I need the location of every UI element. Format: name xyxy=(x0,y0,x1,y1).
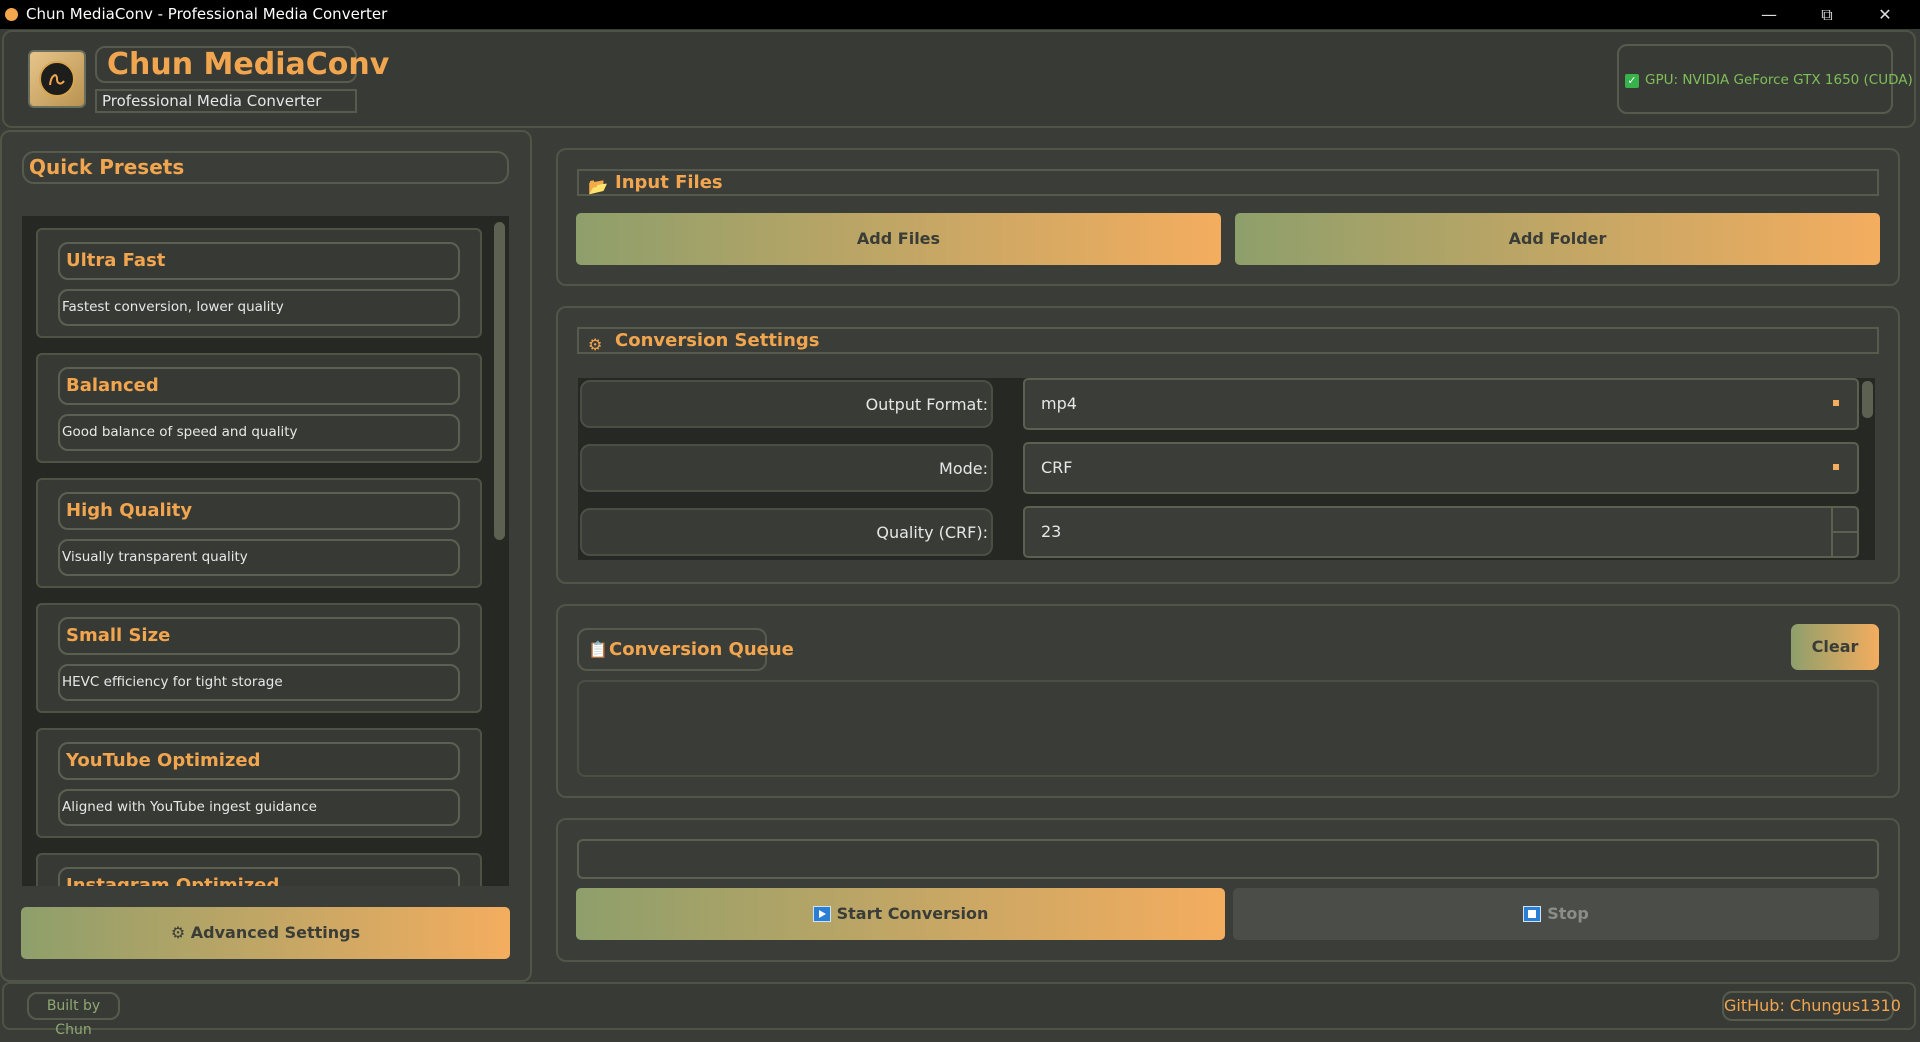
close-icon[interactable]: ✕ xyxy=(1856,0,1914,29)
output-format-value: mp4 xyxy=(1041,394,1077,413)
quality-crf-spinbox[interactable]: 23 xyxy=(1023,506,1859,558)
clipboard-icon: 📋 xyxy=(588,640,608,659)
preset-card-balanced[interactable]: Balanced Good balance of speed and quali… xyxy=(36,353,482,463)
preset-name: Small Size xyxy=(58,617,460,655)
window-title: Chun MediaConv - Professional Media Conv… xyxy=(26,5,388,23)
folder-icon: 📂 xyxy=(588,177,608,196)
restore-icon[interactable]: ⧉ xyxy=(1798,0,1856,29)
window-titlebar: Chun MediaConv - Professional Media Conv… xyxy=(0,0,1920,29)
output-format-label: Output Format: xyxy=(580,380,993,428)
spin-buttons[interactable] xyxy=(1831,508,1857,556)
settings-scrollbar[interactable] xyxy=(1862,381,1873,418)
presets-scrollbar[interactable] xyxy=(494,222,505,540)
quality-crf-label: Quality (CRF): xyxy=(580,508,993,556)
app-subtitle: Professional Media Converter xyxy=(95,89,357,113)
preset-description: HEVC efficiency for tight storage xyxy=(58,664,460,701)
gear-icon: ⚙ xyxy=(588,335,603,354)
preset-card-small-size[interactable]: Small Size HEVC efficiency for tight sto… xyxy=(36,603,482,713)
preset-name: Instagram Optimized xyxy=(58,867,460,886)
quality-crf-value: 23 xyxy=(1041,522,1062,541)
preset-name: Ultra Fast xyxy=(58,242,460,280)
add-files-button[interactable]: Add Files xyxy=(576,213,1221,265)
start-conversion-label: Start Conversion xyxy=(836,904,989,923)
stop-icon xyxy=(1523,906,1542,922)
footer-bar xyxy=(2,982,1916,1030)
advanced-settings-label: Advanced Settings xyxy=(190,923,361,942)
output-format-select[interactable]: mp4 xyxy=(1023,378,1859,430)
conversion-settings-header: ⚙ Conversion Settings xyxy=(577,327,1879,354)
app-logo xyxy=(28,50,86,108)
gpu-status-label: GPU: NVIDIA GeForce GTX 1650 (CUDA) xyxy=(1645,72,1913,88)
gear-icon: ⚙ xyxy=(170,923,186,942)
add-folder-button[interactable]: Add Folder xyxy=(1235,213,1880,265)
advanced-settings-button[interactable]: ⚙ Advanced Settings xyxy=(21,907,510,959)
input-files-header: 📂 Input Files xyxy=(577,169,1879,196)
conversion-settings-title: Conversion Settings xyxy=(615,330,820,351)
gpu-status: ✓ GPU: NVIDIA GeForce GTX 1650 (CUDA) xyxy=(1617,44,1913,114)
built-by-label: Built by Chun xyxy=(27,992,120,1038)
preset-card-ultra-fast[interactable]: Ultra Fast Fastest conversion, lower qua… xyxy=(36,228,482,338)
app-title: Chun MediaConv xyxy=(95,46,389,83)
preset-description: Aligned with YouTube ingest guidance xyxy=(58,789,460,826)
preset-card-high-quality[interactable]: High Quality Visually transparent qualit… xyxy=(36,478,482,588)
clear-queue-button[interactable]: Clear xyxy=(1791,624,1879,670)
start-conversion-button[interactable]: Start Conversion xyxy=(576,888,1225,940)
github-link[interactable]: GitHub: Chungus1310 xyxy=(1722,991,1901,1021)
minimize-icon[interactable]: — xyxy=(1740,0,1798,29)
preset-description: Fastest conversion, lower quality xyxy=(58,289,460,326)
play-icon xyxy=(812,906,831,922)
preset-description: Visually transparent quality xyxy=(58,539,460,576)
conversion-queue-title: Conversion Queue xyxy=(609,639,794,660)
app-icon xyxy=(5,8,18,21)
queue-list[interactable] xyxy=(577,680,1879,777)
stop-button[interactable]: Stop xyxy=(1233,888,1879,940)
dropdown-arrow-icon xyxy=(1833,464,1839,470)
presets-list: Ultra Fast Fastest conversion, lower qua… xyxy=(22,216,509,886)
input-files-title: Input Files xyxy=(615,172,723,193)
preset-card-youtube-optimized[interactable]: YouTube Optimized Aligned with YouTube i… xyxy=(36,728,482,838)
preset-card-instagram-optimized[interactable]: Instagram Optimized xyxy=(36,853,482,886)
dropdown-arrow-icon xyxy=(1833,400,1839,406)
preset-description: Good balance of speed and quality xyxy=(58,414,460,451)
mode-value: CRF xyxy=(1041,458,1073,477)
settings-form: Output Format: mp4 Mode: CRF Quality (CR… xyxy=(578,378,1875,560)
preset-name: High Quality xyxy=(58,492,460,530)
preset-name: Balanced xyxy=(58,367,460,405)
mode-select[interactable]: CRF xyxy=(1023,442,1859,494)
stop-label: Stop xyxy=(1547,904,1589,923)
preset-name: YouTube Optimized xyxy=(58,742,460,780)
progress-bar xyxy=(577,839,1879,879)
mode-label: Mode: xyxy=(580,444,993,492)
presets-title: Quick Presets xyxy=(22,151,509,184)
checkmark-icon: ✓ xyxy=(1625,74,1639,88)
conversion-queue-header: 📋 Conversion Queue xyxy=(577,628,794,671)
